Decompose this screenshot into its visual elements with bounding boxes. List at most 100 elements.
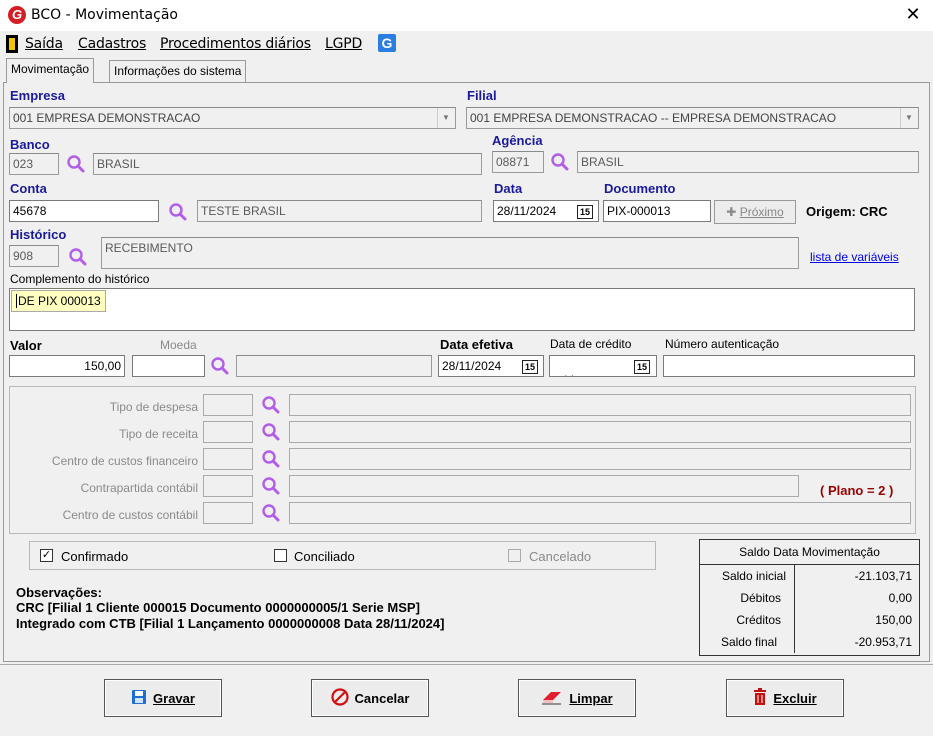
data-credito-calendar-icon[interactable]: 15 [634,360,650,374]
excluir-button[interactable]: Excluir [726,679,844,717]
tipo-receita-name-field [289,421,911,443]
complemento-label: Complemento do histórico [10,272,150,286]
tipo-receita-label: Tipo de receita [119,427,198,441]
empresa-label: Empresa [10,88,65,103]
saldo-label: Saldo final [700,631,795,653]
complemento-autocomplete[interactable]: DE PIX 000013 [11,290,106,312]
saldo-table: Saldo Data Movimentação Saldo inicial -2… [699,539,920,656]
excluir-label: Excluir [773,690,817,706]
documento-label: Documento [604,181,676,196]
data-efetiva-value: 28/11/2024 [442,359,502,373]
conta-name-field: TESTE BRASIL [197,200,482,222]
menu-g-icon[interactable]: G [378,34,396,52]
data-efetiva-label: Data efetiva [440,337,513,352]
gravar-button[interactable]: Gravar [104,679,222,717]
centro-custos-financeiro-name-field [289,448,911,470]
menu-saida[interactable]: Saída [25,36,63,52]
table-row: Débitos 0,00 [700,587,919,609]
historico-search-icon[interactable] [68,247,88,267]
proximo-label: Próximo [739,205,784,219]
tipo-receita-search-icon[interactable] [261,422,281,442]
data-credito-value: / / [560,373,573,376]
saldo-title: Saldo Data Movimentação [700,540,919,565]
confirmado-checkbox[interactable]: ✓ [40,549,53,562]
tipo-despesa-search-icon[interactable] [261,395,281,415]
saldo-value: 0,00 [888,591,912,605]
data-efetiva-calendar-icon[interactable]: 15 [522,360,538,374]
saldo-label: Débitos [700,587,795,609]
conta-label: Conta [10,181,47,196]
plus-icon: ✚ [726,205,737,219]
centro-custos-financeiro-search-icon[interactable] [261,449,281,469]
agencia-label: Agência [492,133,543,148]
contrapartida-contabil-name-field [289,475,799,497]
complemento-textarea[interactable] [9,288,915,331]
saldo-value: -21.103,71 [854,569,912,583]
banco-search-icon[interactable] [66,154,86,174]
tipo-despesa-name-field [289,394,911,416]
empresa-dropdown-icon[interactable]: ▼ [437,108,454,128]
close-button[interactable]: ✕ [900,2,926,28]
banco-code-field[interactable]: 023 [9,153,59,175]
conta-search-icon[interactable] [168,202,188,222]
limpar-button[interactable]: Limpar [518,679,636,717]
agencia-code-field[interactable]: 08871 [492,151,544,173]
filial-select[interactable]: 001 EMPRESA DEMONSTRACAO -- EMPRESA DEMO… [466,107,919,129]
app-logo-icon: G [8,6,26,24]
observacoes-title: Observações: [16,585,102,600]
contrapartida-contabil-label: Contrapartida contábil [80,481,198,495]
filial-value: 001 EMPRESA DEMONSTRACAO -- EMPRESA DEMO… [470,111,837,125]
cancel-circle-icon [330,687,349,709]
valor-field[interactable]: 150,00 [9,355,125,377]
centro-custos-contabil-name-field [289,502,911,524]
limpar-label: Limpar [569,690,613,706]
menu-lgpd[interactable]: LGPD [325,36,362,52]
tab-movimentacao[interactable]: Movimentação [6,58,95,83]
tipo-receita-code-field[interactable] [203,421,253,443]
menu-cadastros[interactable]: Cadastros [78,36,146,52]
empresa-select[interactable]: 001 EMPRESA DEMONSTRACAO [9,107,456,129]
window-title: BCO - Movimentação [31,7,178,23]
centro-custos-financeiro-label: Centro de custos financeiro [51,454,198,468]
table-row: Saldo inicial -21.103,71 [700,565,919,587]
centro-custos-financeiro-code-field[interactable] [203,448,253,470]
menu-procedimentos-diarios[interactable]: Procedimentos diários [160,36,311,52]
cancelado-checkbox[interactable] [508,549,521,562]
cancelar-button[interactable]: Cancelar [311,679,429,717]
saldo-value: 150,00 [875,613,912,627]
centro-custos-contabil-search-icon[interactable] [261,503,281,523]
tipo-despesa-code-field[interactable] [203,394,253,416]
moeda-search-icon[interactable] [210,356,230,376]
tab-informacoes-sistema[interactable]: Informações do sistema [109,60,247,82]
observacoes-line: Integrado com CTB [Filial 1 Lançamento 0… [16,616,445,631]
documento-field[interactable]: PIX-000013 [603,200,711,222]
eraser-icon [541,689,563,708]
conciliado-checkbox[interactable] [274,549,287,562]
complemento-value: DE PIX 000013 [16,294,101,308]
data-calendar-icon[interactable]: 15 [577,205,593,219]
saldo-label: Créditos [700,609,795,631]
numero-autenticacao-label: Número autenticação [665,337,780,351]
numero-autenticacao-field[interactable] [663,355,915,377]
moeda-code-field[interactable] [132,355,205,377]
valor-label: Valor [10,338,42,353]
observacoes-line: CRC [Filial 1 Cliente 000015 Documento 0… [16,600,420,615]
conciliado-label: Conciliado [294,549,355,564]
agencia-search-icon[interactable] [550,152,570,172]
banco-name-field: BRASIL [93,153,482,175]
data-value: 28/11/2024 [497,204,557,218]
historico-label: Histórico [10,227,67,242]
historico-code-field[interactable]: 908 [9,245,59,267]
footer-divider [0,664,933,665]
table-row: Créditos 150,00 [700,609,919,631]
proximo-button[interactable]: ✚ Próximo [714,200,796,224]
contrapartida-contabil-search-icon[interactable] [261,476,281,496]
filial-dropdown-icon[interactable]: ▼ [900,108,917,128]
save-disk-icon [131,689,147,708]
centro-custos-contabil-code-field[interactable] [203,502,253,524]
contrapartida-contabil-code-field[interactable] [203,475,253,497]
historico-name-field: RECEBIMENTO [101,237,799,269]
cancelar-label: Cancelar [354,690,410,706]
conta-code-field[interactable]: 45678 [9,200,159,222]
lista-variaveis-link[interactable]: lista de variáveis [810,250,899,264]
